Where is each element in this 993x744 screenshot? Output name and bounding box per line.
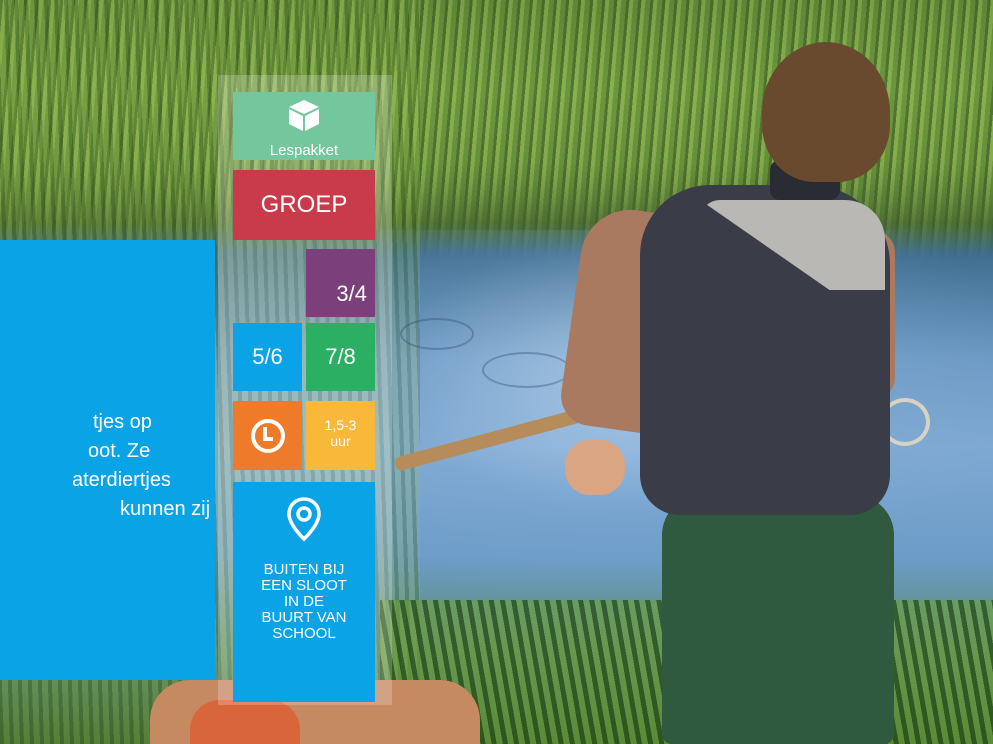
location-line: BUITEN BIJ: [263, 561, 345, 578]
clock-icon: [250, 418, 285, 453]
info-line: kunnen zij: [120, 498, 211, 520]
lespakket-label: Lespakket: [269, 142, 339, 159]
location-line: EEN SLOOT: [261, 577, 347, 594]
boy-hand: [565, 440, 625, 495]
grade-badge-5-6: 5/6: [233, 323, 302, 391]
location-line: SCHOOL: [272, 625, 336, 642]
grade-badge-3-4: 3/4: [306, 249, 375, 317]
second-child-shirt: [190, 700, 300, 744]
duration-badge: 1,5-3 uur: [306, 401, 375, 470]
box-icon: [289, 100, 319, 131]
location-text: BUITEN BIJ EEN SLOOT IN DE BUURT VAN SCH…: [237, 562, 371, 642]
location-badge: BUITEN BIJ EEN SLOOT IN DE BUURT VAN SCH…: [233, 482, 375, 702]
clock-badge: [233, 401, 302, 470]
duration-unit: uur: [330, 433, 351, 449]
info-text: tjes op oot. Ze aterdiertjes kunnen zij: [0, 408, 215, 524]
info-line: aterdiertjes: [72, 469, 171, 491]
location-pin-icon: [287, 497, 321, 542]
info-line: tjes op: [93, 411, 152, 433]
lespakket-badge: Lespakket: [233, 92, 375, 160]
duration-value: 1,5-3: [324, 417, 357, 433]
info-line: oot. Ze: [88, 440, 151, 462]
boy-head: [762, 42, 890, 182]
boy-shorts: [662, 495, 894, 744]
location-line: IN DE: [283, 593, 324, 610]
location-line: BUURT VAN: [261, 609, 347, 626]
water-ripple: [482, 352, 571, 388]
water-ripple: [400, 318, 474, 350]
groep-badge: GROEP: [233, 170, 375, 240]
info-panel: tjes op oot. Ze aterdiertjes kunnen zij: [0, 240, 215, 680]
grade-badge-7-8: 7/8: [306, 323, 375, 391]
